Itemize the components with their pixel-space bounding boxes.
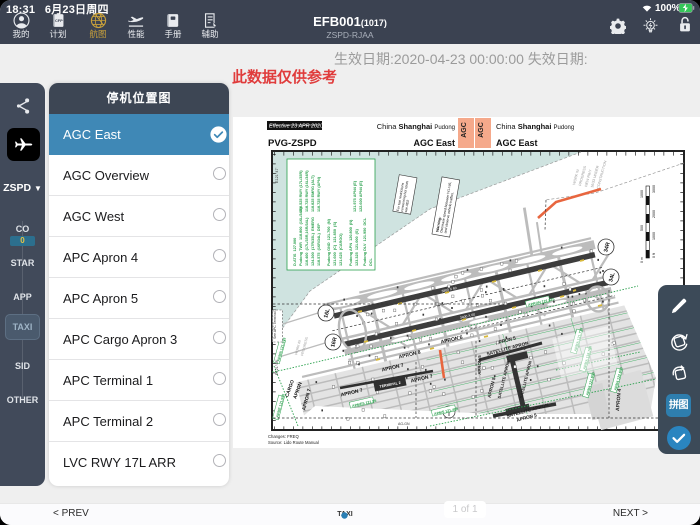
svg-text:0 ft: 0 ft [652, 253, 656, 258]
svg-text:AGC: AGC [478, 122, 485, 138]
svg-text:D-ATIS 127.000: D-ATIS 127.000 [293, 238, 297, 266]
svg-text:500: 500 [640, 225, 644, 231]
svg-text:PVG-ZSPD: PVG-ZSPD [268, 138, 317, 149]
svg-text:AGC: AGC [461, 122, 468, 138]
svg-text:121.625 (CARGO): 121.625 (CARGO) [339, 233, 343, 266]
svg-text:E121°47': E121°47' [275, 167, 279, 183]
svg-text:124.300 (17R/35L) EMERG: 124.300 (17R/35L) EMERG [311, 217, 315, 266]
svg-text:123.325 121.000 (S): 123.325 121.000 (S) [355, 229, 359, 266]
svg-text:Source: Lido Route Manual: Source: Lido Route Manual [268, 440, 319, 445]
svg-text:China Shanghai Pudong: China Shanghai Pudong [496, 122, 574, 131]
svg-text:APRON 5: APRON 5 [477, 355, 482, 375]
svg-text:AG-GN: AG-GN [398, 422, 410, 426]
svg-text:Pudong TWR 118.800 (16L/34R): Pudong TWR 118.800 (16L/34R) [299, 207, 303, 266]
svg-text:118.575 (16R/34L) DEP: 118.575 (16R/34L) DEP [317, 223, 321, 266]
svg-text:Pudong APN 120.800 (N): Pudong APN 120.800 (N) [349, 219, 353, 266]
svg-text:121.600 (C) 121.850 (S): 121.600 (C) 121.850 (S) [333, 221, 337, 266]
svg-text:China Shanghai Pudong: China Shanghai Pudong [377, 122, 455, 131]
svg-text:1000: 1000 [652, 232, 656, 240]
svg-text:CFP: CFP [54, 18, 62, 23]
svg-text:Pudong GND 121.700 (N): Pudong GND 121.700 (N) [327, 218, 331, 266]
svg-text:118.525 RWY (17L/35R): 118.525 RWY (17L/35R) [299, 170, 303, 212]
svg-text:118.400 (17L/35R,16R/34L): 118.400 (17L/35R,16R/34L) [305, 217, 309, 266]
svg-text:121.975 APN4 (E): 121.975 APN4 (E) [353, 180, 357, 212]
svg-text:118.725 RWY (16L/34R): 118.725 RWY (16L/34R) [305, 170, 309, 212]
svg-text:2000: 2000 [652, 210, 656, 218]
svg-text:See APC Terminal 2: See APC Terminal 2 [273, 309, 277, 339]
svg-text:Pudong DLV 121.950 DCL: Pudong DLV 121.950 DCL [363, 217, 367, 266]
svg-text:AGC East: AGC East [496, 138, 538, 148]
svg-text:3000: 3000 [652, 185, 656, 193]
svg-text:E121°48': E121°48' [275, 359, 279, 375]
svg-text:AGC East: AGC East [413, 138, 455, 148]
svg-text:1000: 1000 [640, 190, 644, 198]
svg-text:DCL: DCL [369, 258, 373, 266]
svg-text:0 m: 0 m [640, 257, 644, 263]
svg-text:118.825 EMRG (ALT): 118.825 EMRG (ALT) [311, 175, 315, 212]
svg-text:Changes: FREQ: Changes: FREQ [268, 434, 299, 439]
svg-text:118.725 RWY (APN): 118.725 RWY (APN) [317, 176, 321, 212]
svg-text:122.600 APN4 (E): 122.600 APN4 (E) [359, 180, 363, 212]
svg-text:Effective 23 APR 2020: Effective 23 APR 2020 [269, 124, 323, 130]
